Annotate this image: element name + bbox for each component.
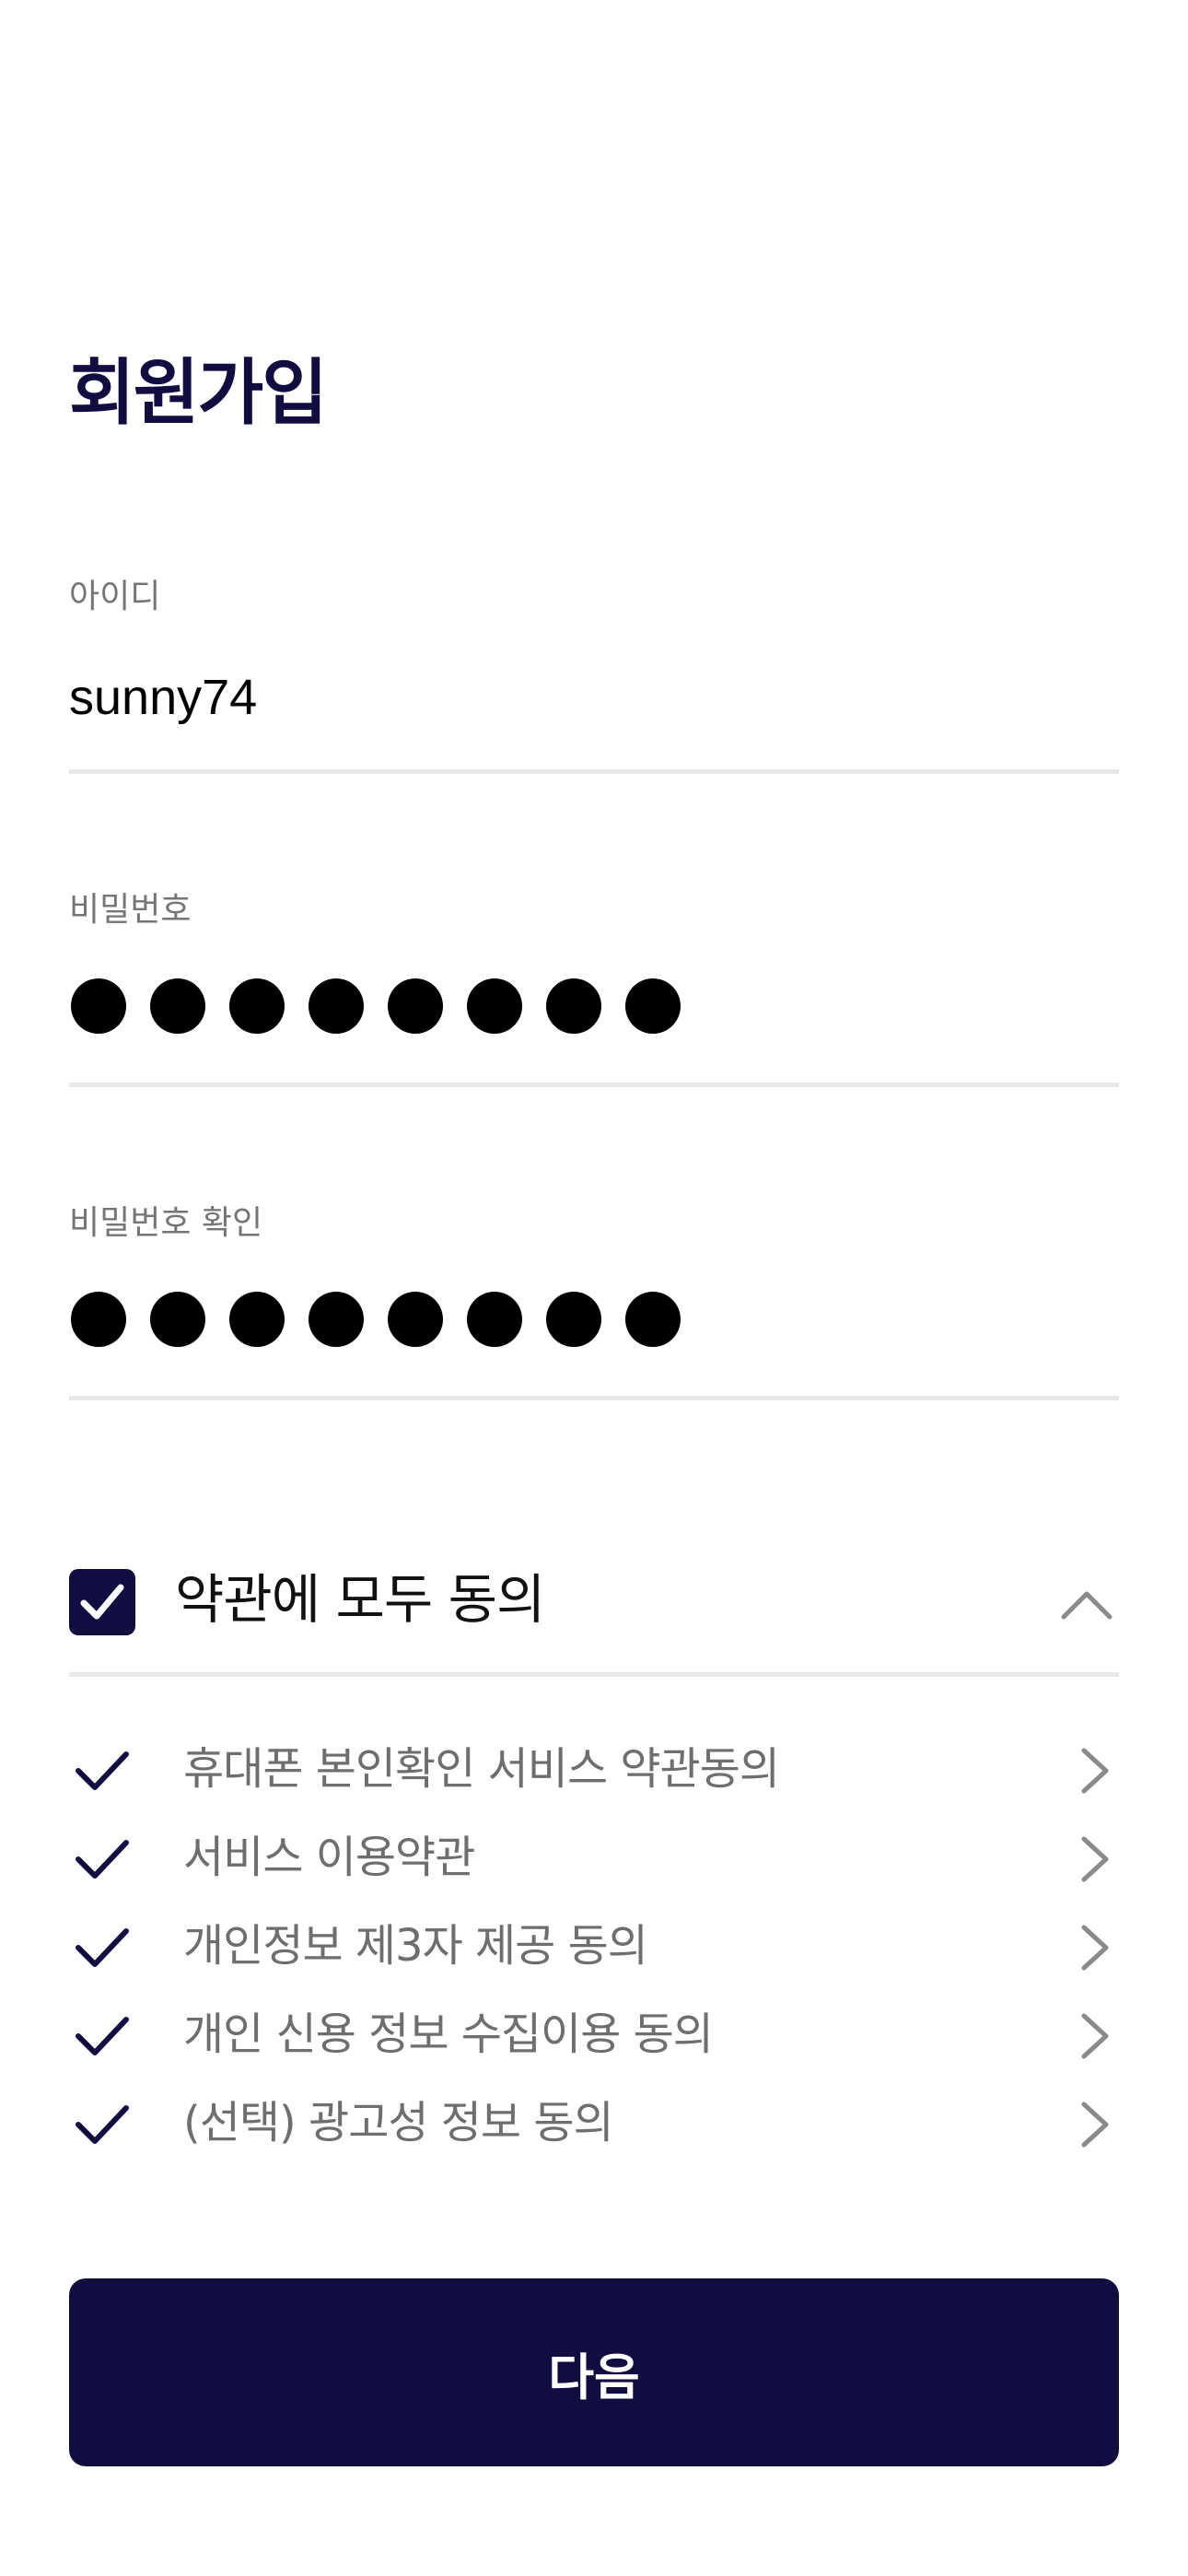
id-field[interactable]: 아이디 sunny74	[69, 580, 1119, 779]
term-label: 서비스 이용약관	[183, 1832, 475, 1883]
check-icon[interactable]	[73, 1922, 132, 1973]
password-mask-dot	[229, 978, 285, 1034]
password-mask-dot	[546, 978, 601, 1034]
term-item-service-terms[interactable]: 서비스 이용약관	[69, 1821, 1119, 1909]
password-confirm-input-value[interactable]	[71, 1292, 681, 1347]
check-icon[interactable]	[73, 2010, 132, 2062]
term-label: 휴대폰 본인확인 서비스 약관동의	[183, 1743, 780, 1795]
check-icon[interactable]	[73, 2099, 132, 2150]
password-confirm-mask-dot	[388, 1292, 443, 1347]
chevron-right-icon[interactable]	[1075, 1745, 1115, 1797]
agree-all-label: 약관에 모두 동의	[175, 1568, 545, 1631]
password-confirm-mask-dot	[71, 1292, 126, 1347]
password-mask-dot	[467, 978, 522, 1034]
password-field-label: 비밀번호	[69, 891, 192, 929]
check-icon[interactable]	[73, 1833, 132, 1885]
term-item-third-party[interactable]: 개인정보 제3자 제공 동의	[69, 1909, 1119, 1997]
password-field[interactable]: 비밀번호	[69, 894, 1119, 1092]
password-mask-dot	[625, 978, 681, 1034]
agree-all-checkbox[interactable]	[69, 1569, 135, 1635]
password-confirm-field[interactable]: 비밀번호 확인	[69, 1207, 1119, 1405]
next-button[interactable]: 다음	[69, 2278, 1119, 2466]
checkmark-icon	[80, 1584, 124, 1620]
password-confirm-mask-dot	[309, 1292, 364, 1347]
page-title: 회원가입	[69, 352, 328, 435]
password-confirm-mask-dot	[467, 1292, 522, 1347]
chevron-right-icon[interactable]	[1075, 2099, 1115, 2150]
agree-all-divider	[69, 1672, 1119, 1677]
password-confirm-field-underline	[69, 1396, 1119, 1400]
term-label: 개인 신용 정보 수집이용 동의	[183, 2008, 714, 2060]
term-item-marketing[interactable]: (선택) 광고성 정보 동의	[69, 2086, 1119, 2174]
chevron-right-icon[interactable]	[1075, 2010, 1115, 2062]
password-input-value[interactable]	[71, 978, 681, 1034]
chevron-right-icon[interactable]	[1075, 1833, 1115, 1885]
id-field-underline	[69, 769, 1119, 774]
id-field-label: 아이디	[69, 578, 161, 615]
password-mask-dot	[150, 978, 205, 1034]
term-label: 개인정보 제3자 제공 동의	[183, 1920, 648, 1972]
collapse-terms-button[interactable]	[1054, 1576, 1119, 1632]
password-mask-dot	[71, 978, 126, 1034]
id-input-value[interactable]: sunny74	[69, 673, 257, 722]
chevron-up-icon	[1061, 1591, 1112, 1620]
agree-all-row[interactable]: 약관에 모두 동의	[69, 1562, 1119, 1635]
password-mask-dot	[388, 978, 443, 1034]
password-confirm-mask-dot	[229, 1292, 285, 1347]
term-label: (선택) 광고성 정보 동의	[183, 2097, 614, 2149]
terms-list: 휴대폰 본인확인 서비스 약관동의 서비스 이용약관 개인정보 제3자 제공 동…	[69, 1732, 1119, 2174]
term-item-phone-verification[interactable]: 휴대폰 본인확인 서비스 약관동의	[69, 1732, 1119, 1821]
password-field-underline	[69, 1083, 1119, 1087]
check-icon[interactable]	[73, 1745, 132, 1797]
term-item-credit-info[interactable]: 개인 신용 정보 수집이용 동의	[69, 1997, 1119, 2086]
password-confirm-field-label: 비밀번호 확인	[69, 1204, 263, 1242]
password-confirm-mask-dot	[546, 1292, 601, 1347]
password-mask-dot	[309, 978, 364, 1034]
chevron-right-icon[interactable]	[1075, 1922, 1115, 1973]
password-confirm-mask-dot	[625, 1292, 681, 1347]
password-confirm-mask-dot	[150, 1292, 205, 1347]
